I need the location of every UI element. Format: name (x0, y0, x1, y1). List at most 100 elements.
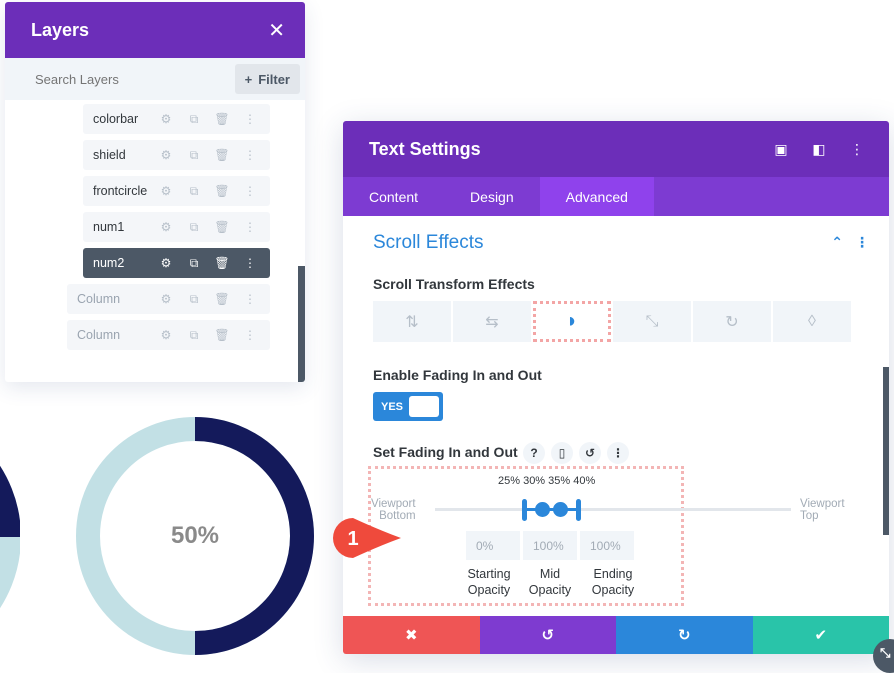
gear-icon[interactable]: ⚙ (152, 256, 180, 270)
starting-opacity-label: Starting Opacity (454, 566, 524, 598)
more-icon[interactable]: ⋮ (236, 220, 264, 234)
starting-opacity-label-1: Starting (467, 567, 511, 581)
gear-icon[interactable]: ⚙ (152, 328, 180, 342)
fade-start-handle[interactable] (522, 499, 527, 521)
layers-header: Layers ✕ (5, 2, 305, 58)
options-icon[interactable]: ⋮ (607, 442, 629, 464)
fade-end-handle[interactable] (576, 499, 581, 521)
filter-button[interactable]: + Filter (234, 64, 300, 94)
fade-slider-track[interactable] (435, 508, 791, 511)
vertical-motion-icon: ⇅ (405, 313, 419, 331)
duplicate-icon[interactable]: ⧉ (180, 256, 208, 271)
text-settings-modal: Text Settings ▣ ◧ ⋮ Content Design Advan… (343, 121, 889, 654)
modal-title: Text Settings (369, 138, 481, 159)
fullscreen-icon[interactable]: ▣ (773, 141, 789, 158)
viewport-top-line2: Top (800, 510, 819, 522)
duplicate-icon[interactable]: ⧉ (180, 292, 208, 307)
layer-item[interactable]: frontcircle ⚙ ⧉ 🗑 ⋮ (83, 176, 270, 206)
filter-label: Filter (258, 71, 290, 87)
section-title[interactable]: Scroll Effects (373, 232, 484, 254)
gear-icon[interactable]: ⚙ (152, 112, 180, 126)
fade-mid-end-handle[interactable] (553, 502, 568, 517)
duplicate-icon[interactable]: ⧉ (180, 220, 208, 235)
mid-opacity-input[interactable] (523, 531, 577, 560)
modal-footer: ✖ ↺ ↻ ✔ (343, 616, 889, 654)
redo-icon: ↻ (677, 627, 691, 644)
reset-icon[interactable]: ↺ (579, 442, 601, 464)
layer-label: colorbar (93, 112, 139, 126)
save-button[interactable]: ✔ (752, 616, 889, 654)
blur-button[interactable]: ◊ (773, 301, 851, 342)
layer-item[interactable]: Column ⚙ ⧉ 🗑 ⋮ (67, 284, 270, 314)
viewport-bottom-line1: Viewport (371, 498, 416, 510)
gear-icon[interactable]: ⚙ (152, 148, 180, 162)
layers-panel: Layers ✕ + Filter colorbar ⚙⧉🗑⋮ shield ⚙… (5, 2, 305, 382)
ending-opacity-input[interactable] (580, 531, 634, 560)
vertical-motion-button[interactable]: ⇅ (373, 301, 451, 342)
fade-percent-labels: 25% 30% 35% 40% (498, 475, 596, 487)
donut-fill (0, 465, 20, 538)
more-icon[interactable]: ⋮ (236, 112, 264, 126)
tab-content[interactable]: Content (343, 177, 444, 216)
trash-icon[interactable]: 🗑 (208, 256, 236, 270)
trash-icon[interactable]: 🗑 (208, 292, 236, 306)
donut-partial (0, 465, 20, 609)
cancel-button[interactable]: ✖ (343, 616, 480, 654)
layer-item[interactable]: num1 ⚙ ⧉ 🗑 ⋮ (83, 212, 270, 242)
layer-label: num1 (93, 220, 125, 234)
more-icon[interactable]: ⋮ (236, 292, 264, 306)
duplicate-icon[interactable]: ⧉ (180, 184, 208, 199)
search-layers-input[interactable] (35, 71, 205, 87)
gear-icon[interactable]: ⚙ (152, 220, 180, 234)
duplicate-icon[interactable]: ⧉ (180, 328, 208, 343)
effect-selector: ⇅ ⇆ ◗ ⤡ ↻ ◊ (373, 301, 851, 342)
layer-item[interactable]: Column ⚙ ⧉ 🗑 ⋮ (67, 320, 270, 350)
trash-icon[interactable]: 🗑 (208, 184, 236, 198)
fade-icon: ◗ (565, 310, 579, 332)
more-icon[interactable]: ⋮ (236, 184, 264, 198)
more-options-icon[interactable]: ⋮ (849, 141, 865, 158)
fade-mid-start-handle[interactable] (535, 502, 550, 517)
resize-handle[interactable]: ⤡ (873, 639, 894, 673)
layer-item[interactable]: colorbar ⚙ ⧉ 🗑 ⋮ (83, 104, 270, 134)
split-view-icon[interactable]: ◧ (811, 141, 827, 158)
gear-icon[interactable]: ⚙ (152, 184, 180, 198)
horizontal-motion-button[interactable]: ⇆ (453, 301, 531, 342)
starting-opacity-input[interactable] (466, 531, 520, 560)
ending-opacity-label-2: Opacity (591, 583, 635, 597)
close-icon[interactable]: ✕ (268, 18, 285, 43)
check-icon: ✔ (814, 627, 828, 644)
help-icon[interactable]: ? (523, 442, 545, 464)
layer-item[interactable]: shield ⚙ ⧉ 🗑 ⋮ (83, 140, 270, 170)
trash-icon[interactable]: 🗑 (208, 148, 236, 162)
duplicate-icon[interactable]: ⧉ (180, 112, 208, 127)
set-fading-label: Set Fading In and Out (373, 444, 518, 460)
redo-button[interactable]: ↻ (616, 616, 753, 654)
trash-icon[interactable]: 🗑 (208, 112, 236, 126)
fade-button[interactable]: ◗ (533, 301, 611, 342)
layers-scrollbar[interactable] (298, 266, 305, 382)
scale-button[interactable]: ⤡ (613, 301, 691, 342)
enable-fading-label: Enable Fading In and Out (373, 367, 542, 383)
more-icon[interactable]: ⋮ (236, 328, 264, 342)
rotate-button[interactable]: ↻ (693, 301, 771, 342)
responsive-icon[interactable]: ▯ (551, 442, 573, 464)
tab-design[interactable]: Design (444, 177, 540, 216)
gear-icon[interactable]: ⚙ (152, 292, 180, 306)
undo-button[interactable]: ↺ (479, 616, 616, 654)
chevron-up-icon[interactable]: ⌃ (831, 234, 843, 251)
mid-opacity-label-2: Opacity (528, 583, 572, 597)
donut-value-label: 50% (170, 522, 220, 549)
layer-item-active[interactable]: num2 ⚙ ⧉ 🗑 ⋮ (83, 248, 270, 278)
more-icon[interactable]: ⋮ (236, 256, 264, 270)
more-icon[interactable]: ⋮ (236, 148, 264, 162)
duplicate-icon[interactable]: ⧉ (180, 148, 208, 163)
trash-icon[interactable]: 🗑 (208, 220, 236, 234)
section-more-icon[interactable]: ⋮ (855, 234, 869, 251)
callout-marker: 1 (333, 518, 401, 558)
enable-fading-toggle[interactable]: YES (373, 392, 443, 421)
undo-icon: ↺ (541, 627, 555, 644)
trash-icon[interactable]: 🗑 (208, 328, 236, 342)
tab-advanced[interactable]: Advanced (539, 177, 654, 216)
modal-scrollbar[interactable] (883, 367, 889, 535)
